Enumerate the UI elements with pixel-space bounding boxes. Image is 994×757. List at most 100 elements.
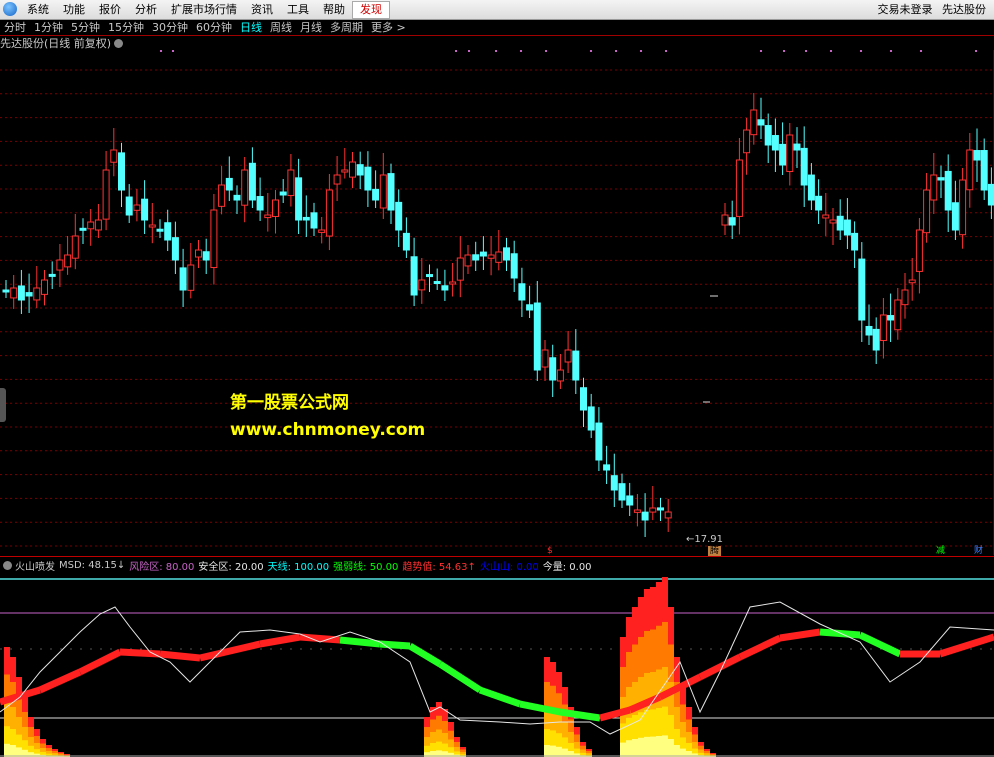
volcano-bar [626, 740, 632, 757]
candle-body [815, 195, 823, 211]
trade-login-status[interactable]: 交易未登录 [878, 3, 933, 16]
watermark-url: www.chnmoney.com [230, 420, 426, 440]
period-toolbar: 分时 1分钟 5分钟 15分钟 30分钟 60分钟 日线 周线 月线 多周期 更多 > [0, 20, 994, 35]
candle-body [728, 217, 736, 226]
volcano-bar [620, 742, 626, 757]
candle-body [25, 292, 33, 297]
candle-body [110, 149, 118, 163]
trend-line [159, 650, 201, 662]
volcano-bar [556, 746, 562, 757]
candle-body [2, 289, 10, 293]
candle-body [603, 464, 611, 471]
candle-body [364, 166, 372, 191]
menu-item[interactable]: 系统 [20, 0, 56, 19]
candle-body [79, 227, 87, 231]
indicator-header: 火山喷发 MSD: 48.15↓ 风险区: 80.00 安全区: 20.00 天线: … [0, 558, 596, 573]
volcano-bar [674, 745, 680, 757]
period-tab[interactable]: 1分钟 [30, 20, 67, 35]
candle-body [256, 196, 264, 211]
period-tab[interactable]: 15分钟 [104, 20, 148, 35]
candle-body [102, 169, 110, 220]
period-tab[interactable]: 更多 > [367, 20, 410, 35]
candle-body [944, 170, 952, 211]
volcano-bar [638, 737, 644, 757]
volcano-bar [668, 739, 674, 757]
top-mark [172, 50, 174, 52]
stock-name-label: 先达股份 [942, 3, 986, 16]
top-mark [665, 50, 667, 52]
candle-body [17, 285, 25, 301]
period-tab[interactable]: 分时 [0, 20, 30, 35]
candle-body [318, 229, 326, 233]
menu-item[interactable]: 报价 [92, 0, 128, 19]
candle-body [556, 369, 564, 382]
candle-body [179, 267, 187, 291]
candle-body [218, 184, 226, 207]
top-mark [615, 50, 617, 52]
candle-body [310, 212, 318, 229]
candle-body [649, 507, 657, 513]
candle-body [894, 299, 902, 331]
indicator-value: MSD: 48.15↓ [59, 559, 126, 571]
candle-body [71, 235, 79, 259]
candle-body [779, 143, 787, 166]
candle-body [572, 350, 580, 381]
candle-body [735, 159, 743, 217]
candle-body [657, 507, 664, 511]
menu-item[interactable]: 分析 [128, 0, 164, 19]
candle-body [156, 228, 164, 232]
candle-body [395, 201, 403, 231]
period-tab[interactable]: 多周期 [326, 20, 367, 35]
candle-body [807, 174, 815, 201]
trend-line [938, 633, 994, 658]
period-tab[interactable]: 30分钟 [148, 20, 192, 35]
volcano-bar [662, 735, 668, 757]
top-mark [830, 50, 832, 52]
candle-body [433, 281, 441, 285]
period-tab[interactable]: 日线 [236, 20, 266, 35]
candle-body [664, 511, 672, 519]
candle-body [387, 173, 395, 211]
volcano-bar [544, 745, 550, 757]
collapse-tab-icon[interactable] [0, 388, 6, 422]
period-tab[interactable]: 5分钟 [67, 20, 104, 35]
candle-body [951, 202, 959, 231]
menu-item[interactable]: 扩展市场行情 [164, 0, 244, 19]
candle-body [541, 349, 549, 368]
menu-item[interactable]: 资讯 [244, 0, 280, 19]
indicator-menu-icon[interactable] [3, 560, 12, 570]
volcano-bar [632, 739, 638, 757]
candle-body [10, 287, 18, 299]
candle-body [843, 219, 851, 236]
menu-item[interactable]: 发现 [352, 0, 390, 19]
trend-line [408, 642, 442, 668]
candle-body [94, 219, 102, 231]
menu-item[interactable]: 帮助 [316, 0, 352, 19]
period-tab[interactable]: 60分钟 [192, 20, 236, 35]
candle-body [510, 253, 518, 279]
period-tab[interactable]: 月线 [296, 20, 326, 35]
menu-item[interactable]: 功能 [56, 0, 92, 19]
candle-body [171, 237, 179, 261]
indicator-value: 今量: 0.00 [542, 561, 592, 573]
main-menu: 系统 功能 报价 分析 扩展市场行情 资讯 工具 帮助 发现 [20, 0, 390, 19]
menu-item[interactable]: 工具 [280, 0, 316, 19]
candle-body [41, 279, 48, 295]
candle-body [526, 304, 534, 311]
dropdown-icon[interactable] [114, 38, 124, 48]
candlestick-chart[interactable] [0, 50, 994, 555]
trend-line [78, 648, 122, 676]
top-mark [890, 50, 892, 52]
period-tab[interactable]: 周线 [266, 20, 296, 35]
trend-line [779, 628, 821, 642]
candle-body [487, 254, 495, 259]
candle-body [410, 256, 418, 296]
candle-body [887, 315, 895, 321]
volcano-bar [10, 745, 16, 757]
indicator-chart[interactable] [0, 572, 994, 757]
candle-body [372, 188, 380, 201]
candle-body [295, 177, 303, 221]
candle-body [518, 283, 526, 301]
candle-body [279, 191, 287, 196]
indicator-value: 趋势值: 54.63↑ [402, 561, 476, 573]
